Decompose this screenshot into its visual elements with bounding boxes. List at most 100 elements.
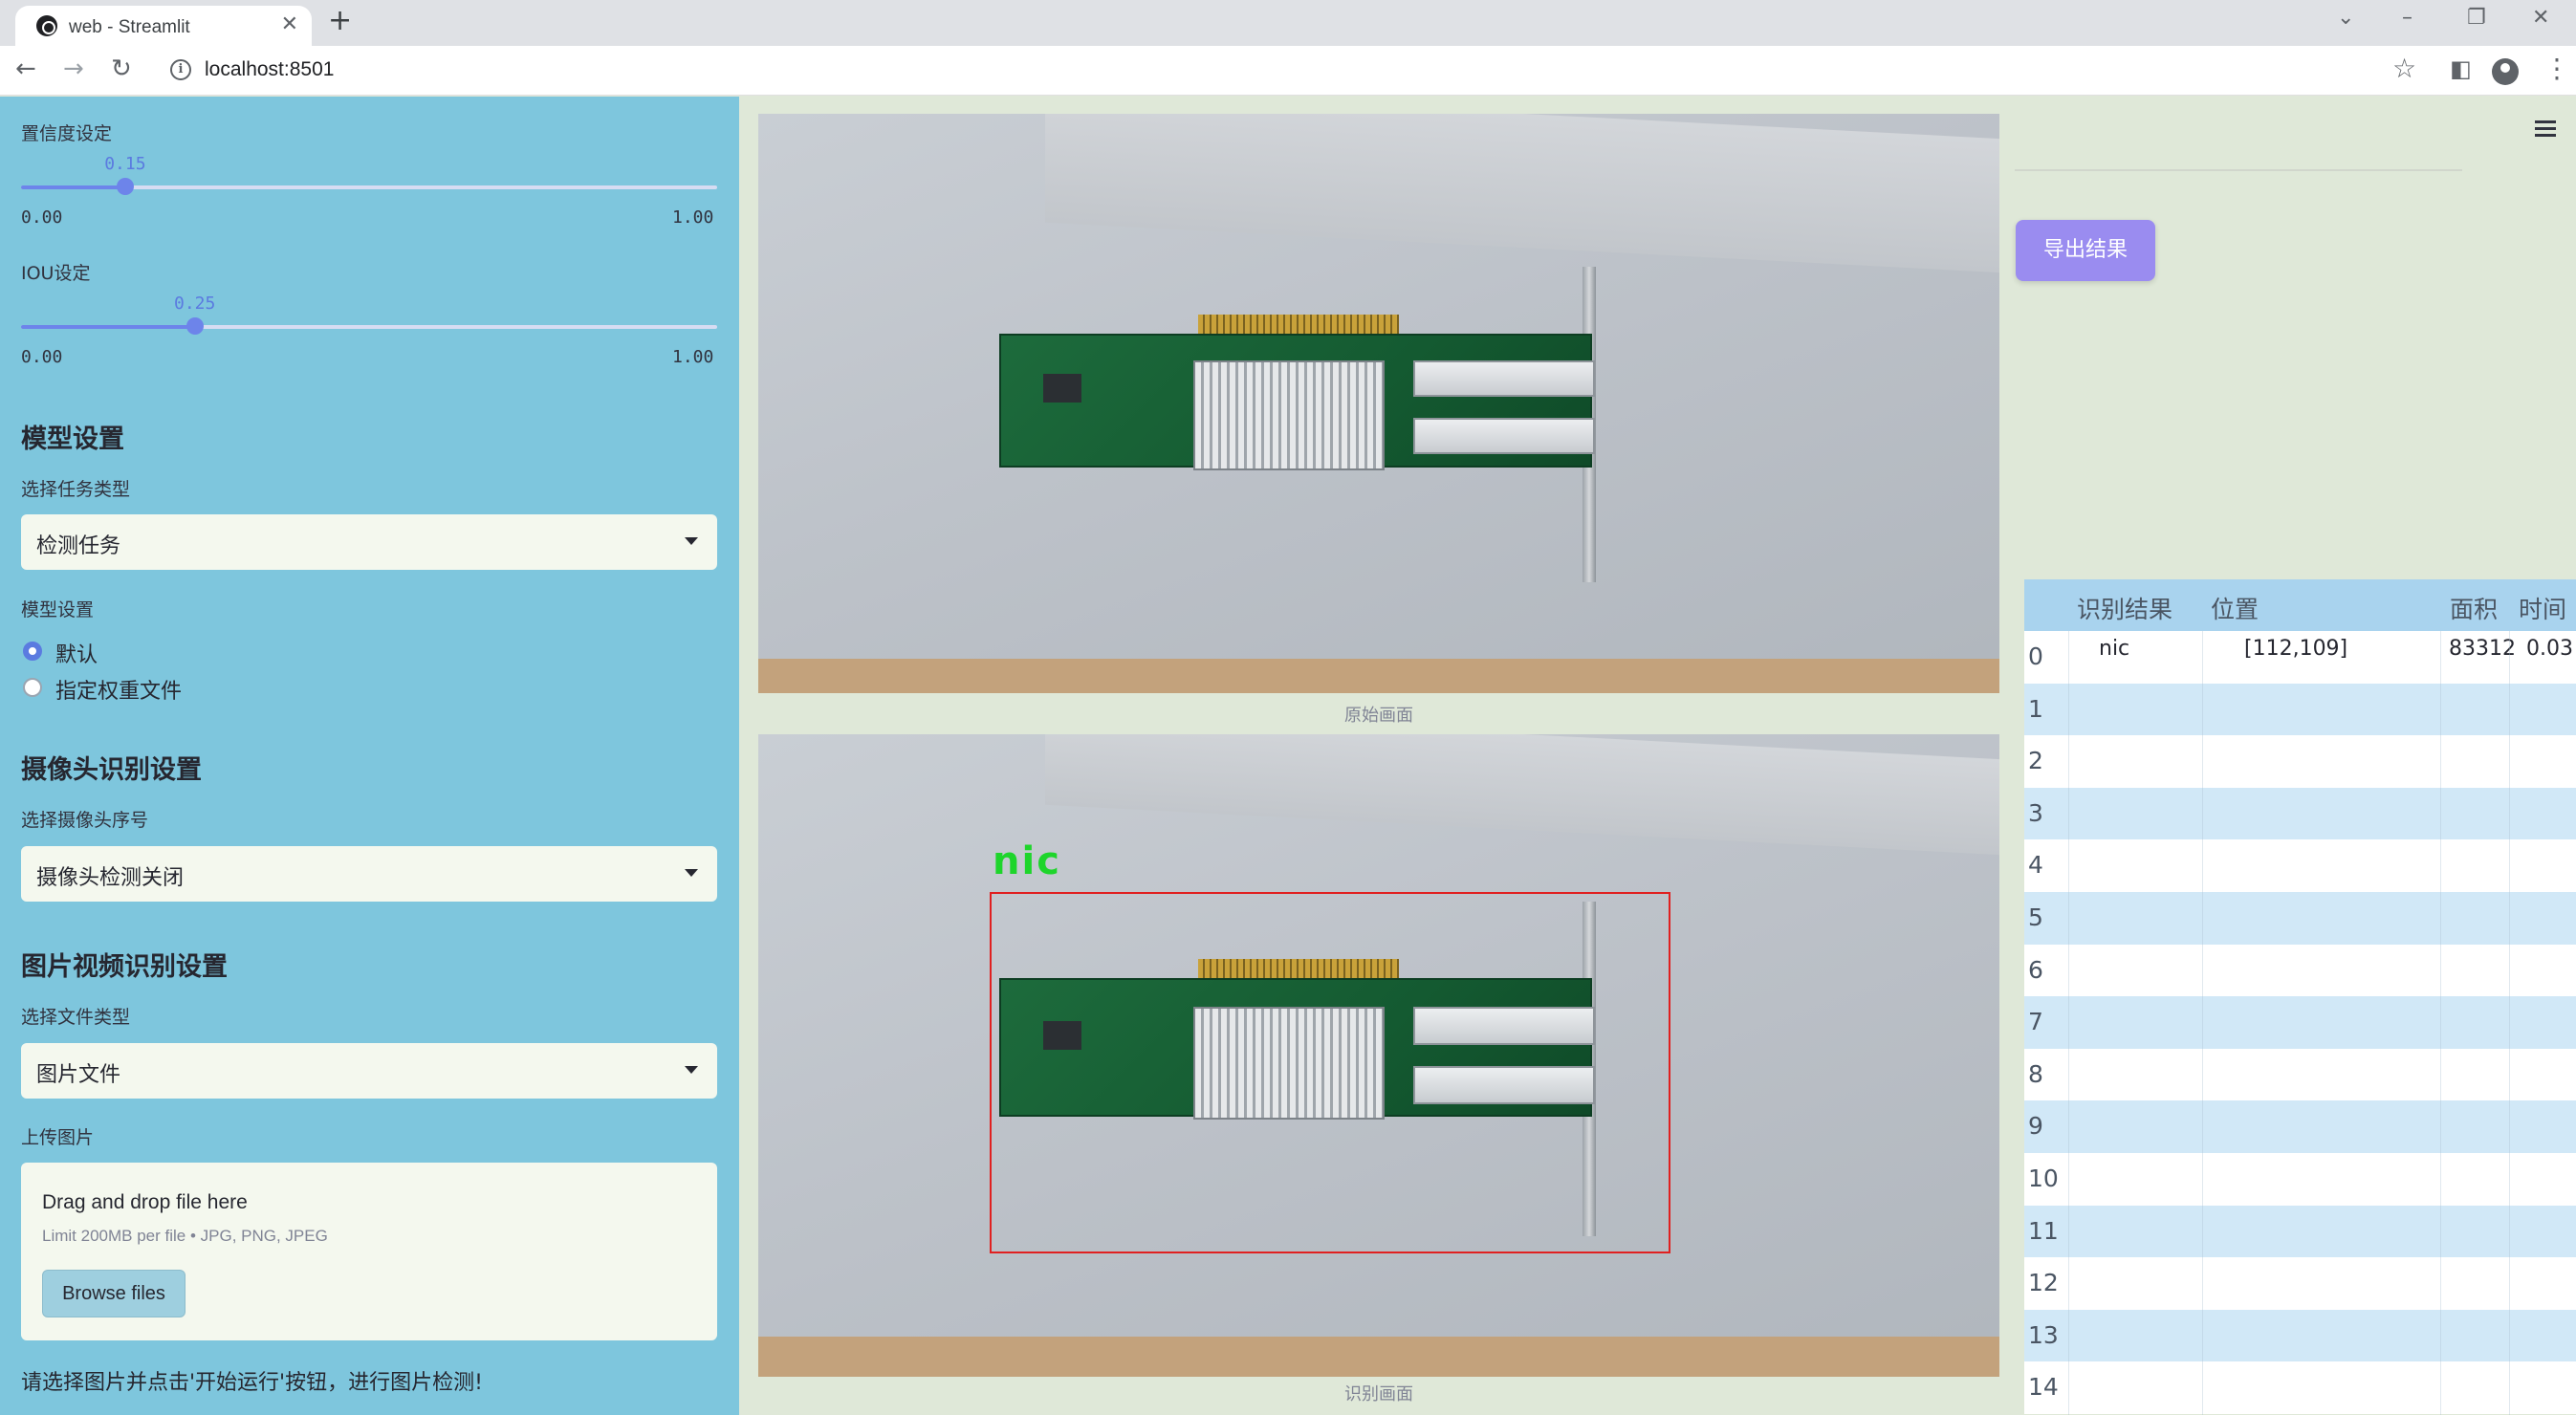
iou-slider-thumb[interactable] xyxy=(186,317,204,335)
iou-max: 1.00 xyxy=(672,347,714,367)
column-divider xyxy=(2440,631,2441,1415)
upload-title: Drag and drop file here xyxy=(42,1191,248,1213)
radio-custom-weights[interactable] xyxy=(23,678,42,697)
upload-limit: Limit 200MB per file • JPG, PNG, JPEG xyxy=(42,1227,328,1245)
browser-titlebar: web - Streamlit ✕ + ⌄ – ❐ ✕ xyxy=(0,0,2576,46)
camera-section-heading: 摄像头识别设置 xyxy=(21,755,202,785)
media-section-heading: 图片视频识别设置 xyxy=(21,952,228,982)
iou-value: 0.25 xyxy=(174,294,216,314)
row-index: 11 xyxy=(2028,1216,2059,1245)
export-results-button[interactable]: 导出结果 xyxy=(2016,220,2155,281)
confidence-label: 置信度设定 xyxy=(21,123,113,144)
back-icon[interactable]: ← xyxy=(15,56,36,81)
model-section-heading: 模型设置 xyxy=(21,424,124,454)
more-menu-icon[interactable]: ⋮ xyxy=(2543,55,2570,82)
iou-slider-fill xyxy=(21,325,195,329)
table-row[interactable]: 10 xyxy=(2024,1153,2576,1206)
header-area[interactable]: 面积 xyxy=(2450,591,2498,625)
row-index: 6 xyxy=(2028,955,2043,984)
profile-avatar-icon[interactable] xyxy=(2492,58,2519,85)
result-image-caption: 识别画面 xyxy=(1344,1384,1413,1404)
browse-files-button[interactable]: Browse files xyxy=(42,1270,186,1317)
row-index: 7 xyxy=(2028,1008,2043,1036)
detection-box xyxy=(990,892,1670,1253)
heatsink xyxy=(1193,360,1385,470)
table-row[interactable]: 4 xyxy=(2024,839,2576,892)
confidence-slider-thumb[interactable] xyxy=(117,178,135,195)
confidence-slider[interactable] xyxy=(21,178,717,195)
row-index: 4 xyxy=(2028,851,2043,880)
hamburger-menu-icon[interactable] xyxy=(2535,120,2556,141)
reload-icon[interactable]: ↻ xyxy=(111,56,132,81)
table-row[interactable]: 5 xyxy=(2024,892,2576,945)
close-window-icon[interactable]: ✕ xyxy=(2532,8,2549,29)
upload-label: 上传图片 xyxy=(21,1127,95,1148)
row-index: 8 xyxy=(2028,1059,2043,1088)
original-image xyxy=(758,114,1999,693)
radio-default-label[interactable]: 默认 xyxy=(55,638,98,668)
row-index: 12 xyxy=(2028,1269,2059,1297)
site-info-icon[interactable]: i xyxy=(170,59,191,80)
new-tab-icon[interactable]: + xyxy=(328,7,352,35)
table-row[interactable]: 9 xyxy=(2024,1100,2576,1153)
row-index: 13 xyxy=(2028,1320,2059,1349)
table-row[interactable]: 7 xyxy=(2024,996,2576,1049)
chevron-down-icon xyxy=(685,869,698,877)
camera-index-label: 选择摄像头序号 xyxy=(21,810,149,831)
row-result: nic xyxy=(2099,637,2130,661)
table-row[interactable]: 12 xyxy=(2024,1257,2576,1310)
file-type-select[interactable]: 图片文件 xyxy=(21,1043,717,1099)
model-settings-label: 模型设置 xyxy=(21,599,95,620)
row-index: 1 xyxy=(2028,694,2043,723)
url-field[interactable]: localhost:8501 xyxy=(205,58,334,81)
header-time[interactable]: 时间 xyxy=(2519,591,2566,625)
gold-connector xyxy=(1198,315,1399,334)
close-tab-icon[interactable]: ✕ xyxy=(281,14,298,35)
column-divider xyxy=(2068,631,2069,1415)
divider xyxy=(2015,169,2462,171)
row-index: 14 xyxy=(2028,1373,2059,1402)
row-index: 10 xyxy=(2028,1165,2059,1192)
tab-search-icon[interactable]: ⌄ xyxy=(2337,8,2354,29)
table-row[interactable]: 3 xyxy=(2024,787,2576,840)
chevron-down-icon xyxy=(685,537,698,545)
file-uploader-dropzone[interactable]: Drag and drop file here Limit 200MB per … xyxy=(21,1163,717,1340)
table-row[interactable]: 13 xyxy=(2024,1309,2576,1362)
camera-index-select[interactable]: 摄像头检测关闭 xyxy=(21,846,717,902)
confidence-value: 0.15 xyxy=(104,154,146,174)
row-position: [112,109] xyxy=(2244,637,2348,661)
table-row[interactable]: 14 xyxy=(2024,1361,2576,1414)
table-row[interactable]: 11 xyxy=(2024,1205,2576,1258)
column-divider xyxy=(2509,631,2510,1415)
sfp-port xyxy=(1413,418,1595,454)
streamlit-favicon-icon xyxy=(36,15,57,36)
table-row[interactable]: 6 xyxy=(2024,944,2576,997)
sfp-port xyxy=(1413,360,1595,397)
bookmark-star-icon[interactable]: ☆ xyxy=(2392,55,2416,82)
original-image-caption: 原始画面 xyxy=(1344,706,1413,726)
forward-icon[interactable]: → xyxy=(63,56,84,81)
instruction-text: 请选择图片并点击'开始运行'按钮，进行图片检测! xyxy=(21,1371,483,1395)
minimize-icon[interactable]: – xyxy=(2402,8,2412,29)
iou-min: 0.00 xyxy=(21,347,63,367)
result-image: nic xyxy=(758,734,1999,1377)
browser-tab[interactable]: web - Streamlit ✕ xyxy=(15,6,312,46)
iou-slider[interactable] xyxy=(21,317,717,335)
radio-default[interactable] xyxy=(23,642,42,661)
header-result[interactable]: 识别结果 xyxy=(2077,591,2172,625)
side-panel-icon[interactable]: ◧ xyxy=(2450,57,2472,80)
table-row[interactable]: 1 xyxy=(2024,683,2576,736)
restore-icon[interactable]: ❐ xyxy=(2467,8,2486,29)
floor xyxy=(758,659,1999,693)
task-type-select[interactable]: 检测任务 xyxy=(21,514,717,570)
header-position[interactable]: 位置 xyxy=(2211,591,2259,625)
task-type-label: 选择任务类型 xyxy=(21,479,131,500)
radio-custom-weights-label[interactable]: 指定权重文件 xyxy=(55,674,182,705)
address-bar: ← → ↻ i localhost:8501 ☆ ◧ ⋮ xyxy=(0,46,2576,96)
table-row[interactable]: 8 xyxy=(2024,1048,2576,1101)
table-row[interactable]: 0 nic [112,109] 83312 0.03 xyxy=(2024,631,2576,684)
chevron-down-icon xyxy=(685,1066,698,1074)
row-area: 83312 xyxy=(2449,637,2516,661)
file-type-value: 图片文件 xyxy=(36,1063,121,1087)
table-row[interactable]: 2 xyxy=(2024,735,2576,788)
